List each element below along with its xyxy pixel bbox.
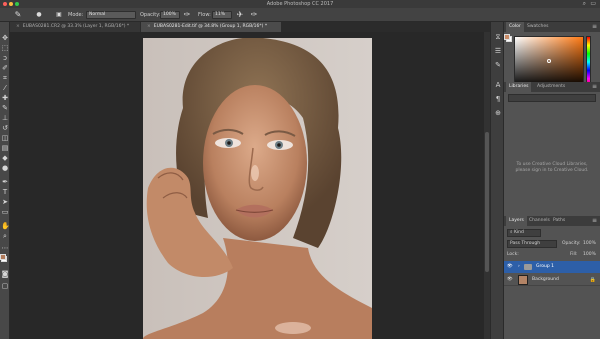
color-field[interactable] (514, 36, 584, 88)
panel-menu-icon[interactable]: ≡ (592, 216, 597, 226)
panel-menu-icon[interactable]: ≡ (592, 22, 597, 32)
document-image[interactable] (143, 38, 372, 339)
info-panel-icon[interactable]: ⊕ (493, 108, 503, 118)
brush-size-icon[interactable]: ● (35, 11, 43, 19)
layer-fill-field[interactable]: 100% (583, 251, 596, 259)
lock-icon: 🔒 (589, 277, 596, 283)
tab-swatches[interactable]: Swatches (524, 22, 552, 32)
foreground-color-swatch[interactable] (0, 254, 6, 260)
close-tab-icon[interactable]: × (16, 24, 20, 29)
properties-panel-icon[interactable]: ☰ (493, 46, 503, 56)
screen-mode-icon[interactable]: ▢ (1, 282, 9, 290)
history-panel-icon[interactable]: ⧖ (493, 32, 503, 42)
tab-eubas0281-cr2[interactable]: × EUBAS0281.CR2 @ 33.3% (Layer 1, RGB/16*… (10, 22, 140, 32)
expand-chevron-icon[interactable]: › (518, 261, 520, 273)
pressure-opacity-icon[interactable]: ✑ (183, 11, 191, 19)
opacity-label: Opacity: (562, 241, 581, 246)
mode-select[interactable]: Normal (86, 11, 136, 19)
panel-menu-icon[interactable]: ≡ (592, 82, 597, 92)
libraries-panel-tabs: Libraries Adjustments ≡ (504, 82, 600, 92)
blur-tool-icon[interactable]: ◆ (1, 154, 9, 162)
tools-panel: ✥ ⬚ ↄ ✐ ⌗ ⁄ ✚ ✎ ⊥ ↺ ◫ ▤ ◆ ● ✒ T ➤ ▭ ✋ ⌕ … (0, 22, 10, 339)
tab-color[interactable]: Color (506, 22, 524, 32)
folder-icon (524, 264, 532, 270)
layer-row-background[interactable]: 👁 Background 🔒 (504, 274, 600, 286)
blend-mode-select[interactable]: Pass Through (507, 240, 557, 248)
move-tool-icon[interactable]: ✥ (1, 34, 9, 42)
hue-slider[interactable] (586, 36, 591, 88)
pressure-size-icon[interactable]: ✑ (250, 11, 258, 19)
opacity-field[interactable]: 100% (160, 11, 180, 19)
color-panel-foreground-swatch[interactable] (504, 34, 510, 40)
brush-settings-icon[interactable]: ✎ (493, 60, 503, 70)
type-tool-icon[interactable]: T (1, 188, 9, 196)
paragraph-panel-icon[interactable]: ¶ (493, 94, 503, 104)
workspace-icon[interactable]: ▭ (590, 0, 596, 8)
search-icon[interactable]: ⌕ (583, 0, 586, 8)
brush-panel-icon[interactable]: ▣ (55, 11, 63, 19)
visibility-eye-icon[interactable]: 👁 (507, 274, 513, 286)
color-panel-tabs: Color Swatches ≡ (504, 22, 600, 32)
tab-channels[interactable]: Channels (526, 216, 553, 226)
tab-eubas0281-edit[interactable]: × EUBAS0281-Edit.tif @ 34.8% (Group 1, RG… (141, 22, 281, 32)
crop-tool-icon[interactable]: ⌗ (1, 74, 9, 82)
clone-stamp-tool-icon[interactable]: ⊥ (1, 114, 9, 122)
character-panel-icon[interactable]: A (493, 80, 503, 90)
library-select[interactable] (508, 94, 596, 102)
layer-thumbnail (518, 275, 528, 285)
tab-libraries[interactable]: Libraries (506, 82, 532, 92)
rectangle-tool-icon[interactable]: ▭ (1, 208, 9, 216)
pen-tool-icon[interactable]: ✒ (1, 178, 9, 186)
path-select-tool-icon[interactable]: ➤ (1, 198, 9, 206)
tab-paths[interactable]: Paths (550, 216, 568, 226)
tab-adjustments[interactable]: Adjustments (534, 82, 568, 92)
gradient-tool-icon[interactable]: ▤ (1, 144, 9, 152)
lasso-tool-icon[interactable]: ↄ (1, 54, 9, 62)
libraries-signin-message: To use Creative Cloud Libraries, please … (515, 162, 589, 173)
layers-panel-tabs: Layers Channels Paths ≡ (504, 216, 600, 226)
app-title: Adobe Photoshop CC 2017 (266, 1, 334, 7)
tab-layers[interactable]: Layers (506, 216, 527, 226)
visibility-eye-icon[interactable]: 👁 (507, 261, 513, 273)
flow-label: Flow: (198, 12, 211, 18)
brush-tool-icon[interactable]: ✎ (1, 104, 9, 112)
scrollbar-thumb[interactable] (485, 132, 489, 272)
history-brush-tool-icon[interactable]: ↺ (1, 124, 9, 132)
eraser-tool-icon[interactable]: ◫ (1, 134, 9, 142)
layer-row-group-1[interactable]: 👁 › Group 1 (504, 261, 600, 273)
layer-filter-select[interactable]: ⌕ Kind (507, 229, 541, 237)
color-picker-cursor[interactable] (547, 59, 551, 63)
right-panels: Color Swatches ≡ Libraries Adjustments ≡… (504, 22, 600, 339)
airbrush-icon[interactable]: ✈ (236, 11, 244, 19)
healing-tool-icon[interactable]: ✚ (1, 94, 9, 102)
eyedropper-tool-icon[interactable]: ⁄ (1, 84, 9, 92)
lock-label: Lock: (507, 252, 519, 257)
document-tabs: × EUBAS0281.CR2 @ 33.3% (Layer 1, RGB/16*… (10, 22, 490, 32)
layer-name: Group 1 (536, 264, 554, 269)
portrait-photo (143, 38, 372, 339)
close-tab-icon[interactable]: × (147, 24, 151, 29)
quick-mask-icon[interactable]: ◙ (1, 270, 9, 278)
marquee-tool-icon[interactable]: ⬚ (1, 44, 9, 52)
opacity-label: Opacity: (140, 12, 161, 18)
dodge-tool-icon[interactable]: ● (1, 164, 9, 172)
fill-label: Fill: (570, 252, 578, 257)
zoom-tool-icon[interactable]: ⌕ (1, 232, 9, 240)
hand-tool-icon[interactable]: ✋ (1, 222, 10, 230)
layer-name: Background (532, 277, 559, 282)
mode-label: Mode: (68, 12, 84, 18)
panel-dock: ⧖ ☰ ✎ A ¶ ⊕ (490, 22, 504, 339)
title-bar: Adobe Photoshop CC 2017 ⌕ ▭ (0, 0, 600, 8)
brush-preset-icon[interactable]: ✎ (14, 11, 22, 19)
layer-opacity-field[interactable]: 100% (583, 240, 596, 248)
flow-field[interactable]: 11% (212, 11, 232, 19)
more-tools-icon[interactable]: ⋯ (1, 244, 9, 252)
options-bar: ✎ ● ▣ Mode: Normal Opacity: 100% ✑ Flow:… (0, 8, 600, 22)
quick-select-tool-icon[interactable]: ✐ (1, 64, 9, 72)
